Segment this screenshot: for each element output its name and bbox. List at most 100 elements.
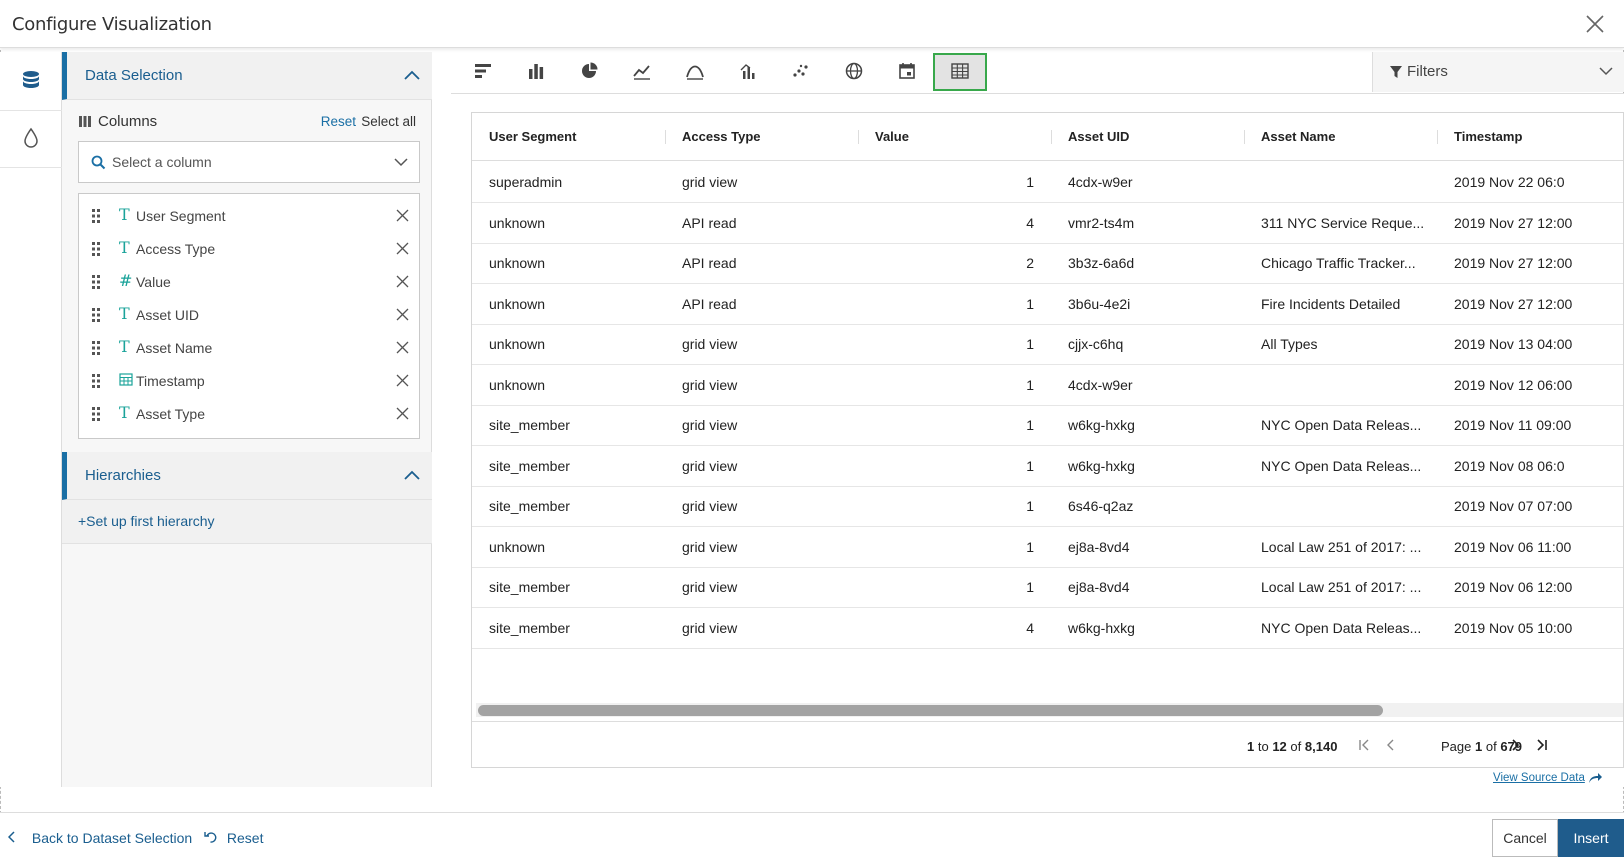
chevron-down-icon	[1598, 64, 1614, 81]
last-page-icon[interactable]	[1535, 738, 1549, 755]
viz-type-button[interactable]	[933, 53, 987, 91]
column-select-placeholder: Select a column	[112, 154, 212, 170]
column-item[interactable]: T Asset Name	[79, 332, 419, 366]
table-cell: ej8a-8vd4	[1068, 579, 1130, 595]
remove-column-icon[interactable]	[396, 341, 409, 357]
cancel-button[interactable]: Cancel	[1492, 819, 1558, 857]
column-resize-handle[interactable]	[1437, 130, 1438, 144]
close-icon[interactable]	[1584, 13, 1606, 35]
column-header[interactable]: Timestamp	[1454, 129, 1522, 144]
column-item[interactable]: Timestamp	[79, 365, 419, 399]
column-header[interactable]: Value	[875, 129, 909, 144]
table-cell: 2019 Nov 07 07:00	[1454, 498, 1573, 514]
viz-type-button[interactable]	[880, 53, 934, 91]
column-resize-handle[interactable]	[1051, 130, 1052, 144]
table-row[interactable]: site_member grid view 1 w6kg-hxkg NYC Open D…	[472, 445, 1623, 487]
table-cell: grid view	[682, 174, 738, 190]
viz-type-button[interactable]	[721, 53, 775, 91]
table-cell: 2019 Nov 27 12:00	[1454, 295, 1573, 312]
viz-type-button[interactable]	[827, 53, 881, 91]
column-resize-handle[interactable]	[858, 130, 859, 144]
chevron-up-icon	[402, 66, 422, 86]
columns-reset-link[interactable]: Reset	[321, 114, 356, 129]
column-resize-handle[interactable]	[665, 130, 666, 144]
table-row[interactable]: site_member grid view 1 ej8a-8vd4 Local Law …	[472, 566, 1623, 608]
table-cell: unknown	[489, 214, 546, 231]
column-item[interactable]: T User Segment	[79, 200, 419, 234]
table-cell: site_member	[489, 619, 570, 636]
table-row[interactable]: site_member grid view 4 w6kg-hxkg NYC Open D…	[472, 607, 1623, 649]
column-item[interactable]: # Value	[79, 266, 419, 300]
remove-column-icon[interactable]	[396, 242, 409, 258]
pie-chart-icon	[579, 61, 599, 84]
remove-column-icon[interactable]	[396, 275, 409, 291]
share-arrow-icon[interactable]	[1587, 771, 1603, 788]
table-cell: unknown	[489, 255, 546, 271]
column-item-label: Asset Name	[136, 340, 213, 356]
remove-column-icon[interactable]	[396, 407, 409, 423]
viz-type-button[interactable]	[509, 53, 563, 91]
area-chart-icon	[685, 61, 705, 84]
footer-reset-label: Reset	[226, 830, 264, 846]
footer-reset-button[interactable]: Reset	[204, 830, 263, 846]
first-page-icon[interactable]	[1357, 738, 1371, 755]
table-cell: 2019 Nov 13 04:00	[1454, 336, 1573, 352]
rail-data-tab[interactable]	[0, 52, 62, 110]
table-row[interactable]: unknown grid view 1 ej8a-8vd4 Local Law 251 …	[472, 526, 1623, 568]
column-item[interactable]: T Access Type	[79, 233, 419, 267]
drag-handle-icon[interactable]	[91, 241, 101, 260]
next-page-icon[interactable]	[1508, 738, 1522, 755]
remove-column-icon[interactable]	[396, 209, 409, 225]
globe-map-icon	[844, 61, 864, 84]
modal-title: Configure Visualization	[12, 14, 212, 35]
drag-handle-icon[interactable]	[91, 340, 101, 359]
insert-button[interactable]: Insert	[1558, 819, 1624, 857]
viz-type-button[interactable]	[668, 53, 722, 91]
drag-handle-icon[interactable]	[91, 373, 101, 392]
drag-handle-icon[interactable]	[91, 406, 101, 425]
table-cell: All Types	[1261, 336, 1318, 352]
view-source-data-link[interactable]: View Source Data	[1493, 772, 1585, 784]
column-item[interactable]: T Asset UID	[79, 299, 419, 333]
drag-handle-icon[interactable]	[91, 208, 101, 227]
table-cell: unknown	[489, 336, 546, 352]
filter-icon	[1389, 65, 1403, 82]
select-all-link[interactable]: Select all	[361, 114, 416, 129]
table-row[interactable]: site_member grid view 1 6s46-q2az 2019 Nov 0…	[472, 485, 1623, 527]
hierarchies-header[interactable]: Hierarchies	[62, 452, 432, 500]
setup-hierarchy-link[interactable]: +Set up first hierarchy	[78, 513, 215, 529]
table-row[interactable]: unknown grid view 1 cjjx-c6hq All Types 2019 …	[472, 323, 1623, 365]
viz-type-button[interactable]	[456, 53, 510, 91]
table-cell: NYC Open Data Releas...	[1261, 619, 1422, 636]
table-cell: grid view	[682, 457, 738, 474]
table-row[interactable]: unknown API read 2 3b3z-6a6d Chicago Traffic…	[472, 242, 1623, 284]
scrollbar-thumb[interactable]	[478, 705, 1383, 716]
viz-type-button[interactable]	[615, 53, 669, 91]
table-row[interactable]: superadmin grid view 1 4cdx-w9er 2019 Nov 22…	[472, 161, 1623, 203]
column-header[interactable]: Access Type	[682, 129, 761, 144]
column-header[interactable]: User Segment	[489, 129, 576, 144]
table-row[interactable]: unknown API read 4 vmr2-ts4m 311 NYC Service…	[472, 202, 1623, 244]
viz-type-button[interactable]	[774, 53, 828, 91]
drag-handle-icon[interactable]	[91, 274, 101, 293]
table-row[interactable]: site_member grid view 1 w6kg-hxkg NYC Open D…	[472, 404, 1623, 446]
horizontal-scrollbar[interactable]	[476, 703, 1623, 717]
data-selection-header[interactable]: Data Selection	[62, 52, 432, 100]
column-header[interactable]: Asset UID	[1068, 129, 1129, 144]
drag-handle-icon[interactable]	[91, 307, 101, 326]
table-row[interactable]: unknown API read 1 3b6u-4e2i Fire Incidents …	[472, 283, 1623, 325]
table-cell: 4	[1026, 214, 1034, 231]
rail-style-tab[interactable]	[0, 110, 62, 168]
remove-column-icon[interactable]	[396, 308, 409, 324]
remove-column-icon[interactable]	[396, 374, 409, 390]
column-resize-handle[interactable]	[1244, 130, 1245, 144]
table-cell: site_member	[489, 579, 570, 595]
prev-page-icon[interactable]	[1384, 738, 1398, 755]
filters-dropdown[interactable]: Filters	[1372, 52, 1624, 92]
viz-type-button[interactable]	[562, 53, 616, 91]
column-select-dropdown[interactable]: Select a column	[78, 141, 420, 183]
column-header[interactable]: Asset Name	[1261, 129, 1335, 144]
back-to-dataset-button[interactable]: Back to Dataset Selection	[7, 830, 192, 846]
column-item[interactable]: T Asset Type	[79, 398, 419, 432]
table-row[interactable]: unknown grid view 1 4cdx-w9er 2019 Nov 12 06…	[472, 364, 1623, 406]
